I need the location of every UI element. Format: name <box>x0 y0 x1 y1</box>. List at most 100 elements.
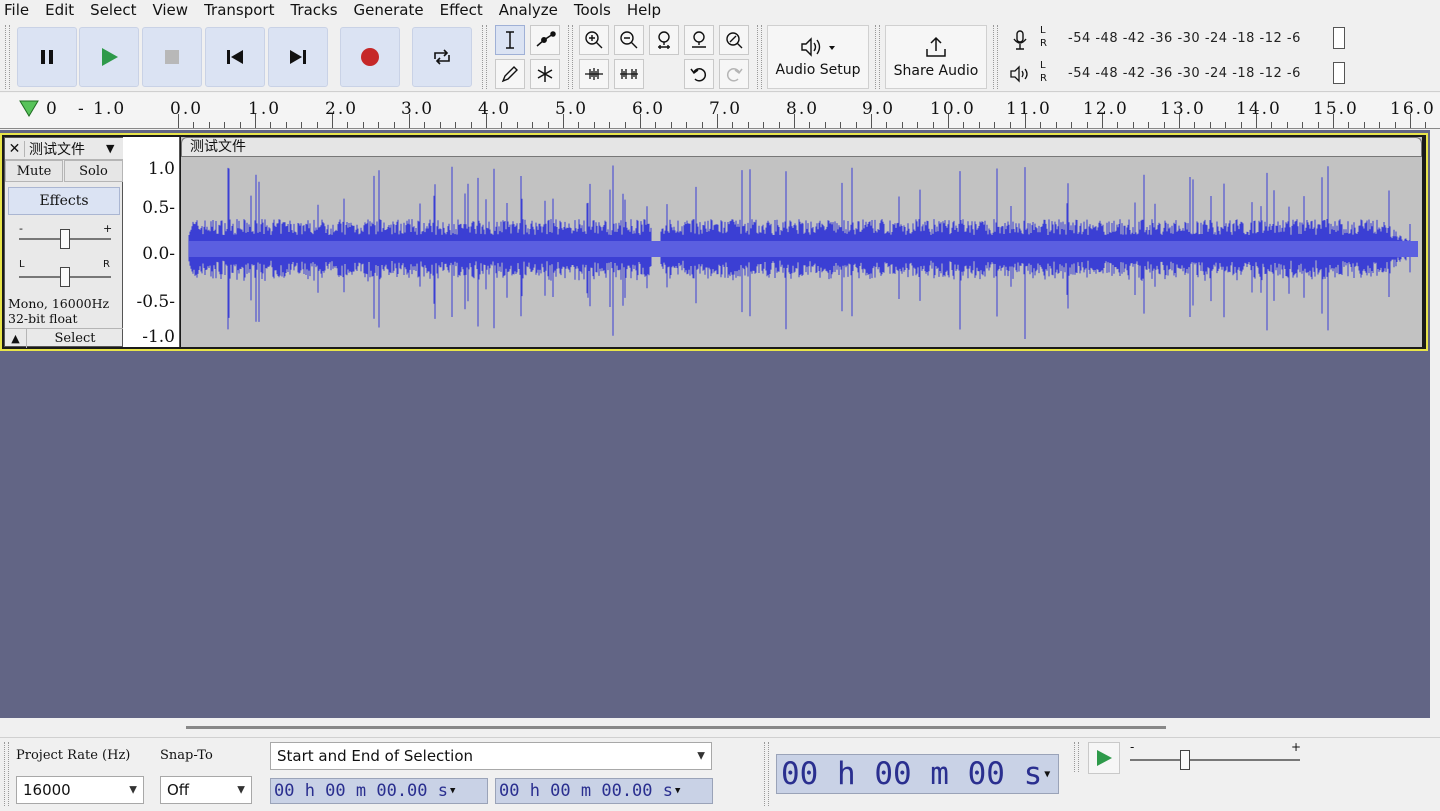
snap-to-select[interactable]: Off ▼ <box>160 776 252 804</box>
track-bottom-bar: ▲ Select <box>5 328 123 348</box>
play-at-speed-toolbar-grip[interactable] <box>1074 742 1079 772</box>
ruler-tick <box>1395 122 1396 128</box>
ruler-tick <box>1225 122 1226 128</box>
ruler-tick <box>1148 122 1149 128</box>
menu-help[interactable]: Help <box>619 0 669 20</box>
timeline-ruler[interactable]: 0 - 1.0 0.0 1.0 2.0 3.0 4.0 5.0 6.0 7.0 8.0 9.0 10.0… <box>0 93 1440 129</box>
playback-level-slider-thumb[interactable] <box>1333 62 1345 84</box>
selection-end-time[interactable]: 00 h 00 m 00.00 s ▼ <box>495 778 713 804</box>
ruler-tick <box>378 122 379 128</box>
ruler-tick <box>409 114 410 128</box>
playback-meter-scale[interactable]: -54 -48 -42 -36 -30 -24 -18 -12 -6 <box>1068 66 1301 81</box>
draw-tool-button[interactable] <box>495 59 525 89</box>
track-name-menu[interactable]: 测试文件 <box>25 139 106 159</box>
playback-meter-button[interactable] <box>1005 59 1035 89</box>
ruler-tick <box>455 122 456 128</box>
ruler-tick <box>1179 114 1180 128</box>
project-rate-select[interactable]: 16000 ▼ <box>16 776 144 804</box>
ruler-tick <box>1333 114 1334 128</box>
edit-toolbar-grip[interactable] <box>568 25 573 89</box>
time-toolbar-grip[interactable] <box>764 742 769 806</box>
trim-audio-button[interactable] <box>579 59 609 89</box>
selection-start-time[interactable]: 00 h 00 m 00.00 s ▼ <box>270 778 488 804</box>
selection-toolbar-grip[interactable] <box>4 742 9 806</box>
record-meter-scale[interactable]: -54 -48 -42 -36 -30 -24 -18 -12 -6 <box>1068 31 1301 46</box>
track-menu-chevron-down-icon[interactable]: ▼ <box>106 142 124 155</box>
transport-toolbar-grip[interactable] <box>5 25 10 89</box>
fit-selection-button[interactable] <box>649 25 679 55</box>
meter-toolbar-grip[interactable] <box>993 25 998 89</box>
horizontal-scrollbar[interactable] <box>186 726 1166 729</box>
time-format-dropdown-icon[interactable]: ▼ <box>675 786 680 796</box>
speed-slider-track[interactable] <box>1130 759 1300 761</box>
play-head-triangle-icon[interactable] <box>19 100 39 118</box>
skip-to-start-button[interactable] <box>205 27 265 87</box>
undo-button[interactable] <box>684 59 714 89</box>
ruler-tick <box>640 114 641 128</box>
menu-transport[interactable]: Transport <box>196 0 282 20</box>
selection-mode-select[interactable]: Start and End of Selection ▼ <box>270 742 712 770</box>
effects-button[interactable]: Effects <box>8 187 120 215</box>
time-format-dropdown-icon[interactable]: ▼ <box>450 786 455 796</box>
clip-title-bar[interactable]: 测试文件 <box>181 137 1422 157</box>
menu-generate[interactable]: Generate <box>346 0 432 20</box>
speaker-icon <box>1010 65 1028 83</box>
share-audio-button[interactable]: Share Audio <box>885 25 987 89</box>
stop-button[interactable] <box>142 27 202 87</box>
scale-label-bottom: -1.0 <box>142 327 175 347</box>
menu-file[interactable]: File <box>0 0 37 20</box>
tools-toolbar-grip[interactable] <box>482 25 487 89</box>
audio-track[interactable]: ✕ 测试文件 ▼ Mute Solo Effects - + L R Mono,… <box>0 133 1428 351</box>
pan-slider-thumb[interactable] <box>60 267 70 287</box>
zoom-in-button[interactable] <box>579 25 609 55</box>
play-at-speed-button[interactable] <box>1088 742 1120 774</box>
play-button[interactable] <box>79 27 139 87</box>
record-level-slider-thumb[interactable] <box>1333 27 1345 49</box>
skip-to-end-button[interactable] <box>268 27 328 87</box>
envelope-tool-button[interactable] <box>530 25 560 55</box>
pause-icon <box>41 50 53 64</box>
menu-edit[interactable]: Edit <box>37 0 82 20</box>
gain-slider-thumb[interactable] <box>60 229 70 249</box>
speaker-dropdown-icon <box>801 37 835 57</box>
redo-button[interactable] <box>719 59 749 89</box>
track-amplitude-scale[interactable]: 1.0 0.5- 0.0- -0.5- -1.0 <box>123 137 180 347</box>
collapse-track-icon[interactable]: ▲ <box>5 329 27 348</box>
mute-button[interactable]: Mute <box>5 160 63 182</box>
loop-button[interactable] <box>412 27 472 87</box>
scale-label-top: 1.0 <box>147 159 175 179</box>
audio-clip[interactable]: 测试文件 <box>181 137 1422 347</box>
menu-tracks[interactable]: Tracks <box>282 0 345 20</box>
menu-tools[interactable]: Tools <box>566 0 619 20</box>
ruler-tick <box>1241 122 1242 128</box>
time-format-dropdown-icon[interactable]: ▼ <box>1044 769 1050 780</box>
zoom-toggle-button[interactable] <box>719 25 749 55</box>
ruler-tick <box>1102 114 1103 128</box>
ruler-label: 11.0 <box>1006 99 1052 119</box>
silence-audio-button[interactable] <box>614 59 644 89</box>
multi-tool-button[interactable] <box>530 59 560 89</box>
fit-project-button[interactable] <box>684 25 714 55</box>
record-meter-button[interactable] <box>1005 25 1035 55</box>
audio-position-time[interactable]: 00 h 00 m 00 s ▼ <box>776 754 1059 794</box>
speed-slider-thumb[interactable] <box>1180 750 1190 770</box>
menu-effect[interactable]: Effect <box>432 0 491 20</box>
menu-select[interactable]: Select <box>82 0 144 20</box>
ruler-label: 3.0 <box>401 99 435 119</box>
record-button[interactable] <box>340 27 400 87</box>
close-track-icon[interactable]: ✕ <box>5 140 25 157</box>
menu-analyze[interactable]: Analyze <box>491 0 566 20</box>
ruler-tick <box>809 122 810 128</box>
track-select-button[interactable]: Select <box>27 329 123 348</box>
menu-view[interactable]: View <box>144 0 196 20</box>
selection-tool-button[interactable] <box>495 25 525 55</box>
solo-button[interactable]: Solo <box>64 160 123 182</box>
share-upload-icon <box>926 36 946 57</box>
waveform[interactable] <box>181 157 1422 347</box>
audio-setup-button[interactable]: Audio Setup <box>767 25 869 89</box>
audio-setup-toolbar-grip[interactable] <box>757 25 762 89</box>
pause-button[interactable] <box>17 27 77 87</box>
zoom-out-button[interactable] <box>614 25 644 55</box>
ruler-tick <box>1425 122 1426 128</box>
share-toolbar-grip[interactable] <box>875 25 880 89</box>
